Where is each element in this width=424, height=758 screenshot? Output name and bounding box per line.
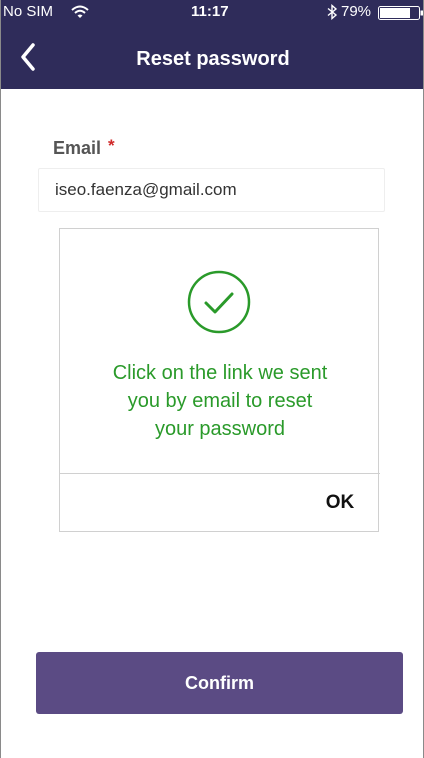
battery-percent: 79% xyxy=(341,3,372,20)
email-field[interactable] xyxy=(38,168,385,212)
status-bar: No SIM 11:17 79% xyxy=(1,0,423,24)
check-circle-icon xyxy=(187,270,251,334)
header: No SIM 11:17 79% Reset password xyxy=(1,0,423,89)
email-label: Email xyxy=(53,138,102,158)
carrier-label: No SIM xyxy=(3,3,54,20)
required-marker: * xyxy=(108,136,115,155)
page-title: Reset password xyxy=(136,48,290,70)
dialog-message-line: you by email to reset xyxy=(127,390,313,412)
dialog-message-line: Click on the link we sent xyxy=(112,362,328,384)
nav-bar: Reset password xyxy=(1,24,423,89)
ok-button[interactable]: OK xyxy=(300,474,380,532)
dialog-message: Click on the link we sent you by email t… xyxy=(60,359,380,443)
confirm-button[interactable]: Confirm xyxy=(36,652,403,714)
bluetooth-icon xyxy=(326,3,338,21)
success-dialog: Click on the link we sent you by email t… xyxy=(59,228,380,532)
dialog-message-line: your password xyxy=(154,418,286,440)
status-time: 11:17 xyxy=(191,3,229,20)
wifi-icon xyxy=(71,4,89,20)
app-screen: No SIM 11:17 79% Reset password Email * … xyxy=(0,0,424,758)
battery-icon xyxy=(378,6,423,20)
